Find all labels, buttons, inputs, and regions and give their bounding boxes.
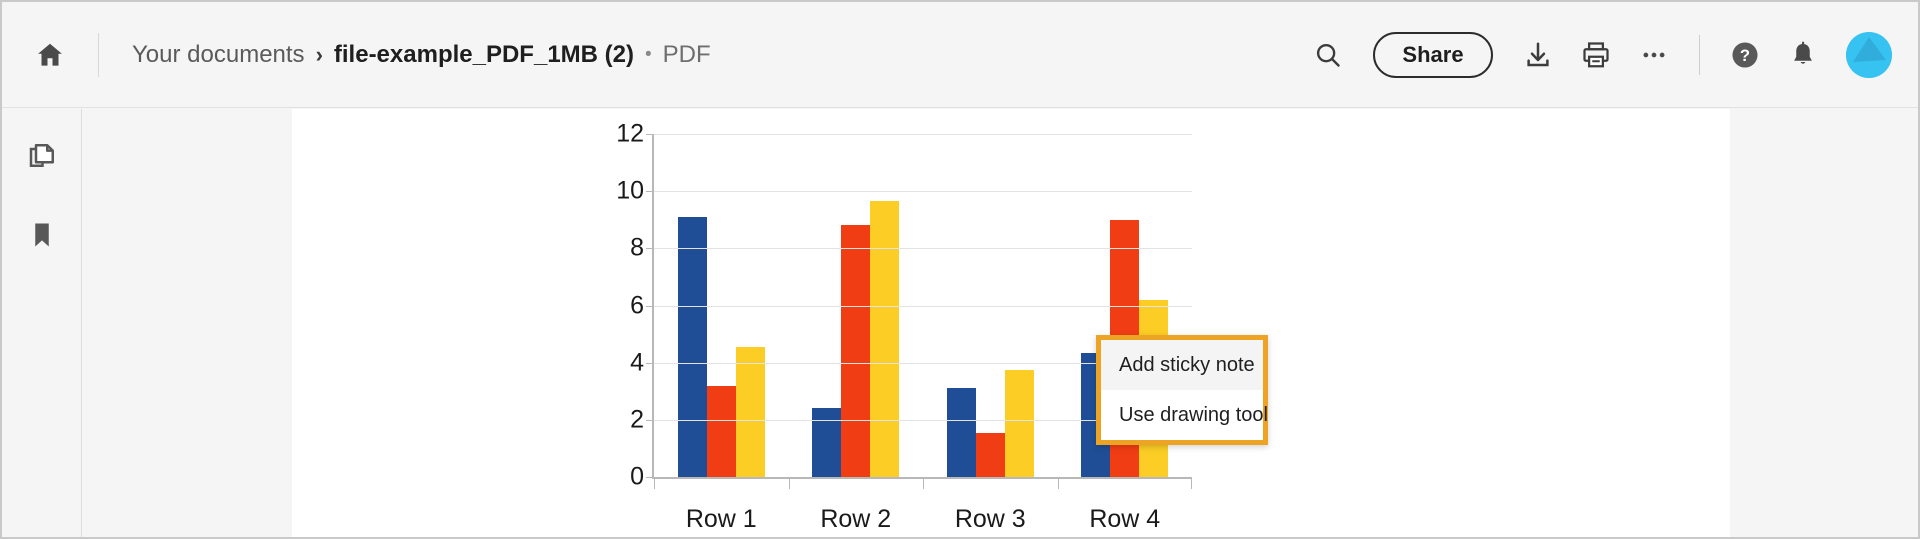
breadcrumb-current-file: file-example_PDF_1MB (2) bbox=[333, 40, 634, 68]
chart-bar bbox=[735, 346, 765, 477]
chart-gridline bbox=[654, 248, 1192, 250]
chart-gridline bbox=[654, 305, 1192, 307]
more-options-icon bbox=[1643, 52, 1665, 57]
download-button[interactable] bbox=[1509, 26, 1567, 84]
chart-y-tick-mark bbox=[646, 362, 654, 364]
chart-x-tick-mark bbox=[1057, 477, 1059, 489]
svg-text:?: ? bbox=[1740, 46, 1750, 65]
chart-bar bbox=[677, 216, 707, 477]
print-button[interactable] bbox=[1567, 26, 1625, 84]
download-icon bbox=[1527, 42, 1549, 66]
avatar-icon bbox=[1846, 31, 1892, 78]
help-button[interactable]: ? bbox=[1716, 26, 1774, 84]
chart-y-tick-label: 6 bbox=[630, 291, 644, 319]
toolbar-divider bbox=[98, 32, 99, 77]
left-sidebar bbox=[2, 109, 82, 537]
chart-x-tick-mark bbox=[788, 477, 790, 489]
chart-bar bbox=[870, 201, 900, 477]
chart-y-tick-label: 12 bbox=[616, 119, 644, 148]
breadcrumb-separator-icon: › bbox=[315, 41, 323, 67]
chart-y-tick-mark bbox=[646, 191, 654, 193]
chart-x-tick-mark bbox=[1191, 477, 1192, 489]
chart-bar bbox=[946, 388, 976, 477]
chart-bar bbox=[841, 225, 871, 477]
home-button[interactable] bbox=[2, 2, 98, 108]
top-toolbar: Your documents › file-example_PDF_1MB (2… bbox=[2, 2, 1918, 108]
bookmark-icon bbox=[34, 223, 49, 247]
chart-gridline bbox=[654, 134, 1192, 135]
avatar[interactable] bbox=[1846, 31, 1892, 78]
breadcrumb-dot: • bbox=[644, 43, 652, 65]
menu-item-use-drawing-tool[interactable]: Use drawing tool bbox=[1101, 390, 1268, 440]
pdf-page: Row 1 Row 2 Row 3 Row 4 12 10 8 6 4 2 0 bbox=[292, 109, 1730, 537]
chart-y-tick-mark bbox=[646, 477, 654, 478]
chart-y-tick-label: 2 bbox=[630, 405, 644, 434]
chart-x-tick-mark bbox=[923, 477, 924, 489]
share-button[interactable]: Share bbox=[1373, 31, 1493, 78]
home-icon bbox=[38, 43, 62, 66]
chart-x-tick-label: Row 2 bbox=[820, 505, 892, 533]
chart-gridline bbox=[654, 191, 1192, 193]
chart-y-tick-label: 0 bbox=[630, 462, 644, 491]
pdf-viewer-window: Your documents › file-example_PDF_1MB (2… bbox=[0, 0, 1920, 539]
chart-x-tick-label: Row 3 bbox=[954, 505, 1026, 533]
notifications-button[interactable] bbox=[1774, 26, 1832, 84]
chart-y-tick-label: 8 bbox=[630, 233, 644, 262]
chart-y-tick-label: 4 bbox=[630, 348, 644, 377]
chart-x-tick-label: Row 1 bbox=[685, 505, 757, 533]
sidebar-item-bookmarks[interactable] bbox=[16, 209, 68, 261]
chart-bar bbox=[975, 432, 1005, 477]
print-icon bbox=[1583, 41, 1609, 67]
annotation-context-menu: Add sticky note Use drawing tool bbox=[1096, 335, 1268, 445]
chart-y-tick-mark bbox=[646, 419, 654, 421]
chart-y-tick-mark bbox=[646, 248, 654, 250]
bell-icon bbox=[1794, 41, 1812, 64]
toolbar-divider-2 bbox=[1699, 34, 1700, 75]
document-canvas: Row 1 Row 2 Row 3 Row 4 12 10 8 6 4 2 0 Add stick… bbox=[83, 109, 1918, 537]
chart-x-tick-mark bbox=[654, 477, 655, 489]
toolbar-actions: Share ? bbox=[1299, 2, 1918, 108]
chart-bar bbox=[1004, 369, 1034, 477]
more-options-button[interactable] bbox=[1625, 26, 1683, 84]
chart-y-tick-mark bbox=[646, 134, 654, 135]
breadcrumb: Your documents › file-example_PDF_1MB (2… bbox=[132, 41, 711, 69]
breadcrumb-file-type: PDF bbox=[662, 40, 711, 68]
breadcrumb-root[interactable]: Your documents bbox=[132, 41, 305, 69]
search-icon bbox=[1316, 43, 1340, 67]
bar-chart: Row 1 Row 2 Row 3 Row 4 12 10 8 6 4 2 0 bbox=[592, 119, 1212, 537]
sidebar-item-page-thumbnails[interactable] bbox=[16, 131, 68, 183]
help-icon: ? bbox=[1732, 41, 1758, 68]
chart-y-tick-label: 10 bbox=[616, 176, 644, 205]
chart-bar bbox=[706, 385, 736, 477]
chart-y-tick-mark bbox=[646, 305, 654, 307]
chart-x-tick-label: Row 4 bbox=[1089, 505, 1161, 533]
search-button[interactable] bbox=[1299, 26, 1357, 84]
chart-bar bbox=[812, 408, 842, 477]
menu-item-add-sticky-note[interactable]: Add sticky note bbox=[1101, 340, 1263, 390]
pages-icon bbox=[29, 144, 54, 167]
